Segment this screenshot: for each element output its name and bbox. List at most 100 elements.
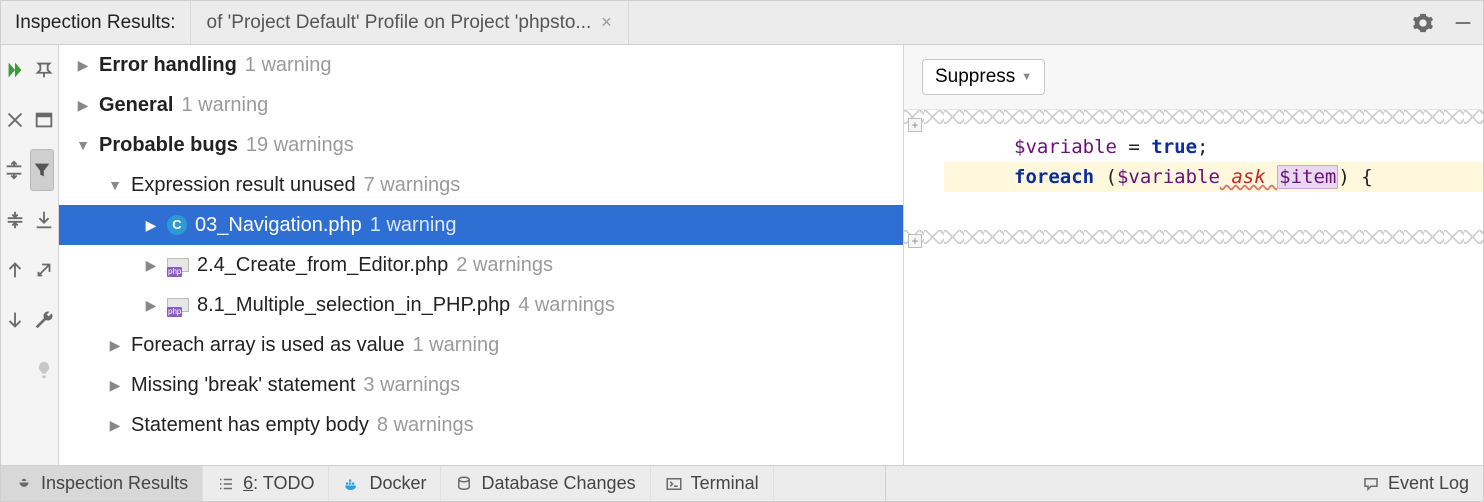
tree-item-empty-body[interactable]: ▶ Statement has empty body 8 warnings [59, 405, 903, 445]
window-icon [33, 109, 55, 131]
bug-icon [15, 475, 33, 493]
expand-arrow-icon[interactable]: ▶ [75, 45, 91, 85]
tree-item-label: Expression result unused [131, 165, 356, 205]
rerun-icon [4, 59, 26, 81]
database-icon [455, 475, 473, 493]
close-results-button[interactable] [1, 95, 30, 145]
tree-file-03-navigation[interactable]: ▶ C 03_Navigation.php 1 warning [59, 205, 903, 245]
arrow-up-icon [4, 259, 26, 281]
expand-arrow-icon[interactable]: ▶ [143, 285, 159, 325]
collapse-all-button[interactable] [1, 195, 30, 245]
statusbar-todo[interactable]: 6: TODO [203, 466, 329, 501]
class-file-icon: C [167, 215, 187, 235]
tree-group-error-handling[interactable]: ▶ Error handling 1 warning [59, 45, 903, 85]
fix-button[interactable] [30, 295, 59, 345]
statusbar-docker[interactable]: Docker [329, 466, 441, 501]
fold-expand-icon[interactable]: + [908, 118, 922, 132]
tree-item-label: Foreach array is used as value [131, 325, 404, 365]
tree-file-label: 2.4_Create_from_Editor.php [197, 245, 448, 285]
statusbar-label: Inspection Results [41, 473, 188, 494]
inspection-tree[interactable]: ▶ Error handling 1 warning ▶ General 1 w… [59, 45, 903, 465]
tree-file-multiple-selection[interactable]: ▶ 8.1_Multiple_selection_in_PHP.php 4 wa… [59, 285, 903, 325]
expand-arrow-icon[interactable]: ▶ [75, 85, 91, 125]
statusbar-database-changes[interactable]: Database Changes [441, 466, 650, 501]
pin-button[interactable] [30, 45, 59, 95]
expand-arrow-icon[interactable]: ▶ [107, 365, 123, 405]
tree-group-label: Probable bugs [99, 125, 238, 165]
navigate-button[interactable] [30, 245, 59, 295]
tool-window-title: Inspection Results: [1, 1, 191, 44]
pin-icon [33, 59, 55, 81]
code-line-empty [944, 192, 1483, 222]
code-fold-marker-top [904, 110, 1483, 124]
inspection-tab-label: of 'Project Default' Profile on Project … [207, 12, 592, 34]
collapse-arrow-icon[interactable]: ▼ [107, 165, 123, 205]
tree-item-label: Statement has empty body [131, 405, 369, 445]
tree-item-count: 8 warnings [377, 405, 474, 445]
tree-item-foreach-value[interactable]: ▶ Foreach array is used as value 1 warni… [59, 325, 903, 365]
php-file-icon [167, 255, 189, 275]
collapse-all-icon [4, 209, 26, 231]
tree-group-probable-bugs[interactable]: ▼ Probable bugs 19 warnings [59, 125, 903, 165]
close-icon [4, 109, 26, 131]
suppress-label: Suppress [935, 66, 1015, 88]
tree-file-label: 8.1_Multiple_selection_in_PHP.php [197, 285, 510, 325]
previous-button[interactable] [1, 245, 30, 295]
code-preview[interactable]: + $variable = true; foreach ($variable a… [904, 110, 1483, 465]
tree-item-missing-break[interactable]: ▶ Missing 'break' statement 3 warnings [59, 365, 903, 405]
open-in-window-button[interactable] [30, 95, 59, 145]
wrench-icon [33, 309, 55, 331]
expand-arrow-icon[interactable]: ▶ [143, 205, 159, 245]
fold-expand-icon[interactable]: + [908, 234, 922, 248]
tree-item-label: Missing 'break' statement [131, 365, 355, 405]
arrow-down-icon [4, 309, 26, 331]
tree-group-label: Error handling [99, 45, 237, 85]
php-file-icon [167, 295, 189, 315]
chevron-down-icon: ▼ [1021, 71, 1032, 83]
tool-window-header: Inspection Results: of 'Project Default'… [1, 1, 1483, 45]
tree-item-expression-unused[interactable]: ▼ Expression result unused 7 warnings [59, 165, 903, 205]
tree-file-create-from-editor[interactable]: ▶ 2.4_Create_from_Editor.php 2 warnings [59, 245, 903, 285]
rerun-button[interactable] [1, 45, 30, 95]
next-button[interactable] [1, 295, 30, 345]
status-bar: Inspection Results 6: TODO Docker Databa… [1, 465, 1483, 501]
close-tab-icon[interactable]: × [601, 12, 612, 33]
tree-file-count: 4 warnings [518, 285, 615, 325]
speech-bubble-icon [1362, 475, 1380, 493]
statusbar-label: Terminal [691, 473, 759, 494]
code-fold-marker-bottom [904, 230, 1483, 244]
statusbar-terminal[interactable]: Terminal [651, 466, 774, 501]
statusbar-event-log[interactable]: Event Log [1348, 466, 1483, 501]
tree-group-count: 1 warning [181, 85, 268, 125]
suppress-button[interactable]: Suppress ▼ [922, 59, 1045, 95]
code-block: $variable = true; foreach ($variable ask… [904, 124, 1483, 230]
tree-group-general[interactable]: ▶ General 1 warning [59, 85, 903, 125]
expand-all-button[interactable] [1, 145, 26, 195]
minimize-icon [1452, 12, 1474, 34]
collapse-arrow-icon[interactable]: ▼ [75, 125, 91, 165]
code-preview-pane: Suppress ▼ + $variable = true; foreach (… [903, 45, 1483, 465]
panel-body: ▶ Error handling 1 warning ▶ General 1 w… [1, 45, 1483, 465]
statusbar-divider [885, 466, 886, 501]
statusbar-label: Database Changes [481, 473, 635, 494]
hide-button[interactable] [1443, 1, 1483, 44]
tree-item-count: 1 warning [412, 325, 499, 365]
tree-file-count: 1 warning [370, 205, 457, 245]
expand-arrow-icon[interactable]: ▶ [107, 405, 123, 445]
list-icon [217, 475, 235, 493]
expand-all-icon [3, 159, 25, 181]
expand-arrow-icon[interactable]: ▶ [107, 325, 123, 365]
tree-file-label: 03_Navigation.php [195, 205, 362, 245]
export-icon [33, 209, 55, 231]
syntax-error-span: ask [1220, 166, 1277, 188]
filter-button[interactable] [30, 149, 54, 191]
export-button[interactable] [30, 195, 59, 245]
statusbar-label: 6: TODO [243, 473, 314, 494]
settings-button[interactable] [1403, 1, 1443, 44]
statusbar-inspection-results[interactable]: Inspection Results [1, 466, 203, 501]
intention-hint-button[interactable] [30, 345, 59, 395]
gear-icon [1412, 12, 1434, 34]
tree-item-count: 3 warnings [363, 365, 460, 405]
expand-arrow-icon[interactable]: ▶ [143, 245, 159, 285]
inspection-tab[interactable]: of 'Project Default' Profile on Project … [191, 1, 629, 44]
